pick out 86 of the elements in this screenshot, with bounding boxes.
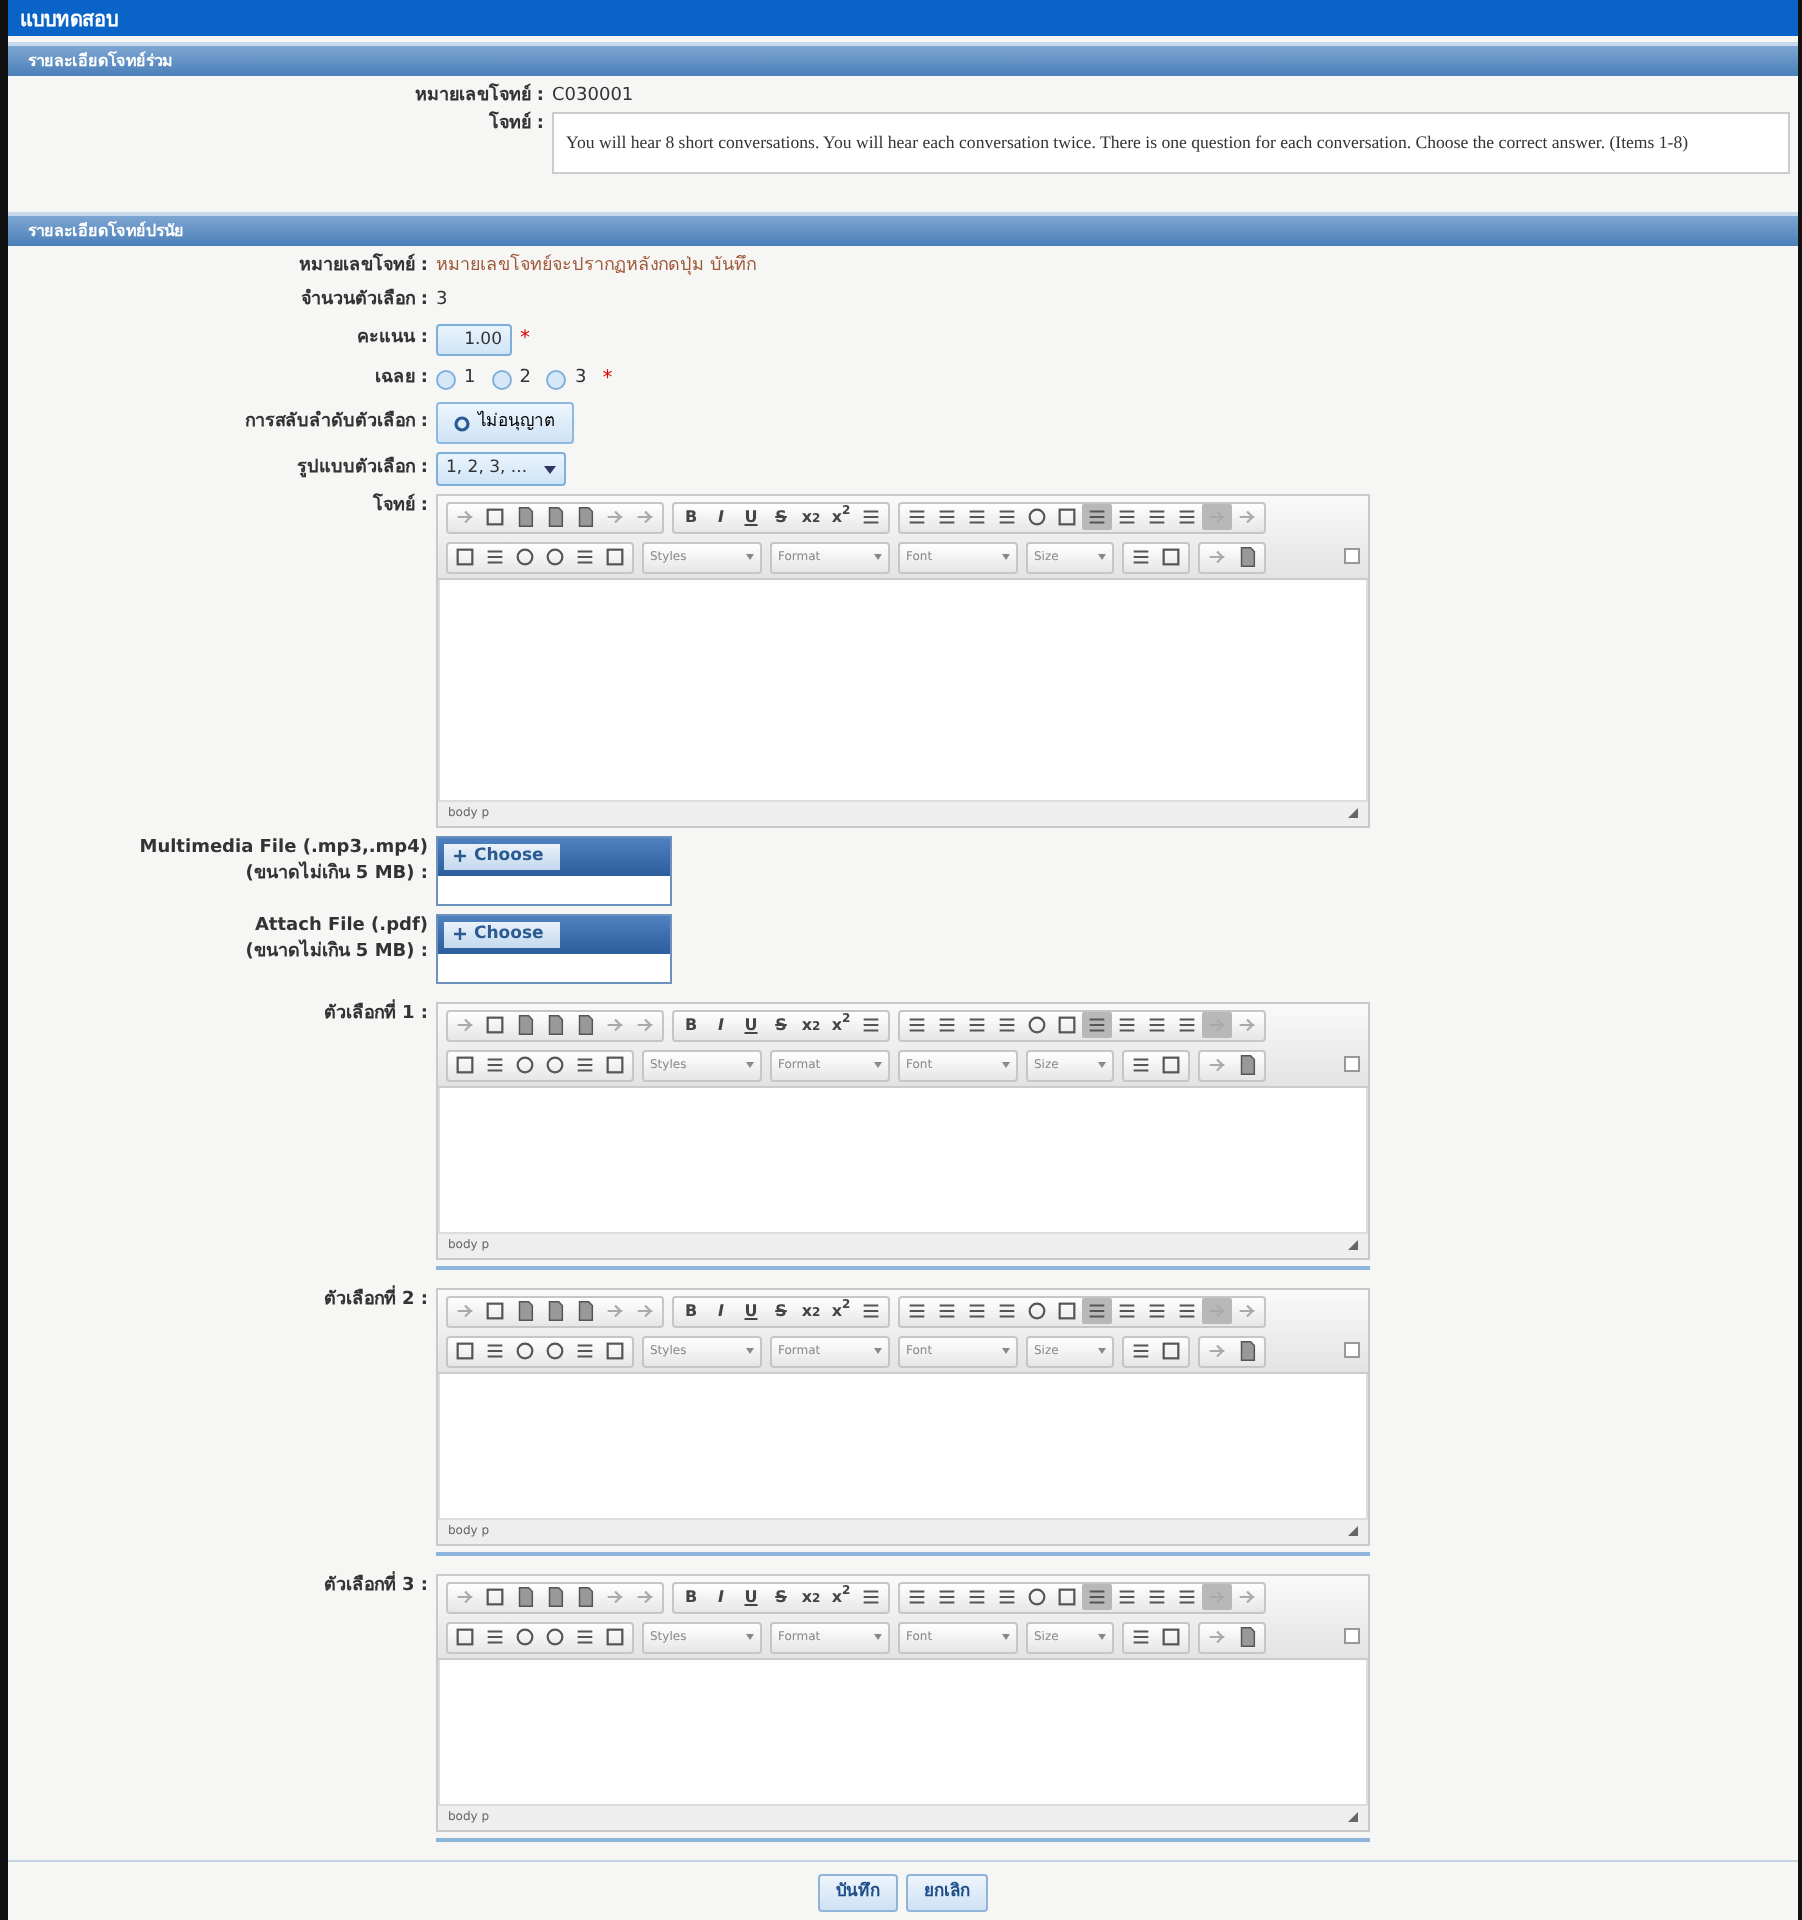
caret-icon <box>746 1062 754 1069</box>
format-button[interactable]: U <box>736 504 766 531</box>
caret-icon <box>874 1348 882 1355</box>
field-value: C030001 <box>552 84 634 110</box>
align-left-icon[interactable] <box>1082 1584 1112 1611</box>
choose-button[interactable]: Choose <box>444 921 560 948</box>
align-left-icon[interactable] <box>1082 504 1112 531</box>
action-button[interactable]: บันทึก <box>818 1874 898 1912</box>
format-button[interactable]: x$_{2}$ <box>796 504 826 531</box>
caret-icon <box>1098 1348 1106 1355</box>
format-button[interactable]: I <box>706 1012 736 1039</box>
toggle-button[interactable]: ไม่อนุญาต <box>436 402 574 445</box>
field-label: หมายเลขโจทย์ : <box>298 255 428 276</box>
field-label: จำนวนตัวเลือก : <box>300 290 428 311</box>
field-label: หมายเลขโจทย์ : <box>414 86 544 106</box>
window-title: แบบทดสอบ <box>8 0 1798 36</box>
format-button[interactable]: U <box>736 1298 766 1325</box>
field-value: หมายเลขโจทย์จะปรากฏหลังกดปุ่ม บันทึก <box>436 253 756 280</box>
format-button[interactable]: S <box>766 504 796 531</box>
format-button[interactable]: S <box>766 1584 796 1611</box>
field-label: Multimedia File (.mp3,.mp4) <box>139 835 428 861</box>
format-button[interactable]: B <box>676 504 706 531</box>
caret-icon <box>1002 554 1010 561</box>
format-button[interactable]: U <box>736 1012 766 1039</box>
resize-handle-icon[interactable] <box>1348 1812 1358 1823</box>
caret-icon <box>1002 1348 1010 1355</box>
format-button[interactable]: S <box>766 1298 796 1325</box>
field-label: ตัวเลือกที่ 3 : <box>323 1575 428 1596</box>
format-button[interactable]: x$^{2}$ <box>826 1012 856 1039</box>
align-left-icon[interactable] <box>1082 1298 1112 1325</box>
caret-icon <box>874 554 882 561</box>
field-label: คะแนน : <box>356 328 428 349</box>
caret-icon <box>1098 1634 1106 1641</box>
format-button[interactable]: I <box>706 504 736 531</box>
format-button[interactable]: I <box>706 1298 736 1325</box>
field-label: รูปแบบตัวเลือก : <box>296 457 428 478</box>
field-value: 3 <box>436 288 448 315</box>
caret-icon <box>874 1634 882 1641</box>
format-button[interactable]: B <box>676 1012 706 1039</box>
caret-icon <box>1002 1634 1010 1641</box>
resize-handle-icon[interactable] <box>1348 1240 1358 1251</box>
plus-icon <box>454 928 466 941</box>
caret-icon <box>746 554 754 561</box>
field-label: เฉลย : <box>374 368 428 389</box>
caret-icon <box>874 1062 882 1069</box>
format-button[interactable]: x$_{2}$ <box>796 1584 826 1611</box>
format-button[interactable]: x$_{2}$ <box>796 1298 826 1325</box>
resize-handle-icon[interactable] <box>1348 808 1358 819</box>
caret-icon <box>1098 1062 1106 1069</box>
caret-icon <box>543 465 556 474</box>
numbering-style-select[interactable]: 1, 2, 3, ... <box>436 452 566 486</box>
section-header: รายละเอียดโจทย์ปรนัย <box>8 211 1798 246</box>
caret-icon <box>1098 554 1106 561</box>
required-mark: * <box>602 366 613 395</box>
answer-radio[interactable]: 1 <box>436 366 476 394</box>
size-limit-note: (ขนาดไม่เกิน 5 MB) : <box>245 940 428 967</box>
choose-button[interactable]: Choose <box>444 843 560 870</box>
field-label: การสลับลำดับตัวเลือก : <box>244 412 428 433</box>
caret-icon <box>746 1348 754 1355</box>
field-label: โจทย์ : <box>372 495 428 516</box>
format-button[interactable]: B <box>676 1298 706 1325</box>
format-button[interactable]: B <box>676 1584 706 1611</box>
format-button[interactable]: S <box>766 1012 796 1039</box>
align-left-icon[interactable] <box>1082 1012 1112 1039</box>
section-header: รายละเอียดโจทย์ร่วม <box>8 42 1798 76</box>
answer-radio[interactable]: 2 <box>491 366 531 394</box>
format-button[interactable]: U <box>736 1584 766 1611</box>
field-label: ตัวเลือกที่ 1 : <box>323 1003 428 1024</box>
resize-handle-icon[interactable] <box>1348 1526 1358 1537</box>
format-button[interactable]: x$^{2}$ <box>826 1298 856 1325</box>
required-mark: * <box>520 325 530 354</box>
field-label: ตัวเลือกที่ 2 : <box>323 1289 428 1310</box>
answer-radio[interactable]: 3 <box>546 366 587 394</box>
format-button[interactable]: x$^{2}$ <box>826 1584 856 1611</box>
plus-icon <box>454 850 466 863</box>
format-button[interactable]: I <box>706 1584 736 1611</box>
question-text: You will hear 8 short conversations. You will hear each conversation twice. There is one question for each conversation. Choose the correct answer. (Items 1-8) <box>552 111 1790 174</box>
caret-icon <box>1002 1062 1010 1069</box>
format-button[interactable]: x$_{2}$ <box>796 1012 826 1039</box>
size-limit-note: (ขนาดไม่เกิน 5 MB) : <box>245 862 428 889</box>
field-label: โจทย์ : <box>488 113 544 133</box>
action-button[interactable]: ยกเลิก <box>906 1874 988 1912</box>
field-label: Attach File (.pdf) <box>254 913 428 939</box>
score-field[interactable]: 1.00 <box>436 323 512 357</box>
format-button[interactable]: x$^{2}$ <box>826 504 856 531</box>
caret-icon <box>746 1634 754 1641</box>
